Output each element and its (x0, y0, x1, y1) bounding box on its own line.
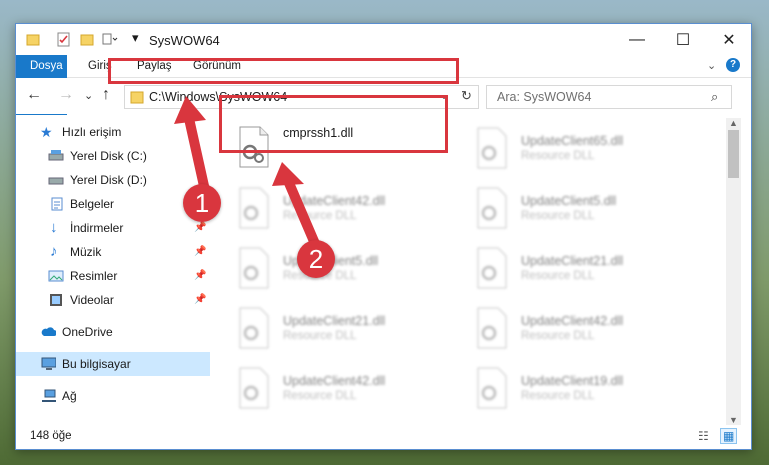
file-highlight (219, 95, 448, 153)
arrow-to-file (281, 171, 321, 251)
explorer-window: ▾ SysWOW64 — ☐ ✕ Dosya Giriş Paylaş Görü… (15, 23, 752, 450)
step-badge-1: 1 (183, 184, 221, 222)
address-bar-highlight (108, 58, 459, 84)
step-badge-2: 2 (297, 240, 335, 278)
arrow-head (272, 162, 304, 186)
annotation-arrows (174, 96, 321, 251)
arrow-head (174, 96, 206, 124)
